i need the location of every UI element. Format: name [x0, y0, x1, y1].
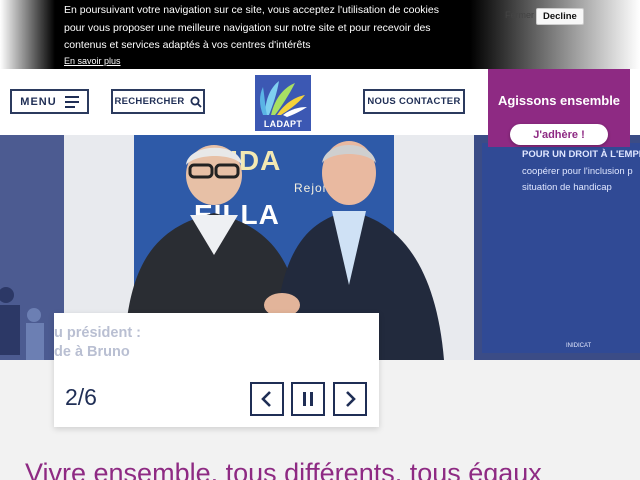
slide-caption-card: u président : de à Bruno 2/6 [54, 313, 379, 427]
hamburger-icon [64, 95, 79, 108]
logo-leaves-icon [260, 81, 307, 117]
cookie-close-link[interactable]: Fermer [505, 10, 534, 20]
next-slide-line-2: coopérer pour l'inclusion p [522, 166, 633, 177]
chevron-left-icon [261, 391, 271, 407]
logo-text: LADAPT [263, 119, 303, 129]
page-tagline: Vivre ensemble, tous différents, tous ég… [25, 458, 542, 480]
pause-slider-button[interactable] [291, 382, 325, 416]
menu-button[interactable]: MENU [10, 89, 89, 114]
join-button[interactable]: J'adhère ! [510, 124, 608, 145]
cookie-decline-button[interactable]: Decline [536, 8, 584, 25]
cookie-banner: En poursuivant votre navigation sur ce s… [0, 0, 640, 69]
slide-caption-title[interactable]: u président : de à Bruno [54, 324, 141, 362]
next-slide-button[interactable] [333, 382, 367, 416]
cta-title: Agissons ensemble [497, 93, 621, 108]
cookie-more-link[interactable]: En savoir plus [64, 56, 121, 66]
cookie-text: En poursuivant votre navigation sur ce s… [64, 4, 439, 52]
previous-slide-button[interactable] [250, 382, 284, 416]
next-slide-logo-text: INIDICAT [566, 343, 592, 349]
next-slide-peek: POUR UN DROIT À L'EMPLO coopérer pour l'… [474, 135, 640, 360]
search-button[interactable]: RECHERCHER [111, 89, 205, 114]
next-slide-line-1: POUR UN DROIT À L'EMPLO [522, 149, 640, 160]
next-slide-line-3: situation de handicap [522, 182, 612, 193]
caption-line-1: u président : [54, 325, 142, 341]
search-label: RECHERCHER [114, 96, 185, 107]
menu-label: MENU [20, 95, 57, 108]
slide-counter: 2/6 [65, 384, 97, 410]
pause-icon [303, 392, 313, 406]
search-icon [190, 96, 202, 108]
caption-line-2: de à Bruno [54, 344, 130, 360]
ladapt-logo[interactable]: LADAPT [255, 75, 311, 131]
chevron-right-icon [346, 391, 356, 407]
contact-button[interactable]: NOUS CONTACTER [363, 89, 465, 114]
